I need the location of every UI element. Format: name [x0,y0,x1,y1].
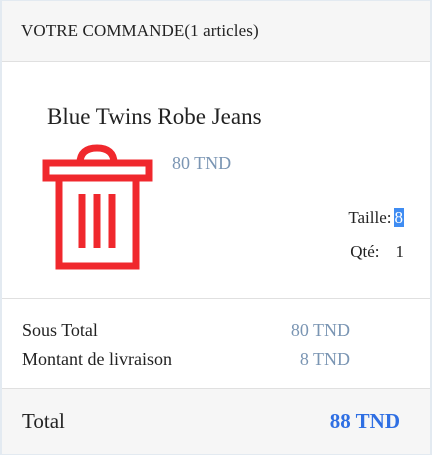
size-row: Taille: 8 [348,208,404,228]
quantity-label: Qté: [350,242,380,261]
trash-icon[interactable] [42,144,153,271]
order-summary-panel: VOTRE COMMANDE(1 articles) Blue Twins Ro… [0,0,432,455]
total-row: Total 88 TND [2,389,430,454]
total-label: Total [22,409,65,433]
quantity-value: 1 [395,242,405,261]
item-price: 80 TND [172,153,232,173]
shipping-value: 8 TND [299,349,350,369]
cart-item: Blue Twins Robe Jeans 80 TND Taille: 8 Qt… [2,62,430,299]
quantity-row: Qté: 1 [350,242,404,262]
size-label: Taille: [348,208,392,227]
subtotal-value: 80 TND [290,320,350,340]
order-header: VOTRE COMMANDE(1 articles) [2,1,430,62]
subtotal-label: Sous Total [22,320,98,340]
total-value: 88 TND [329,409,400,433]
size-value[interactable]: 8 [393,208,404,227]
item-name: Blue Twins Robe Jeans [47,104,262,129]
price-summary: Sous Total 80 TND Montant de livraison 8… [2,299,430,389]
shipping-label: Montant de livraison [22,349,172,369]
order-title: VOTRE COMMANDE(1 articles) [21,21,259,40]
